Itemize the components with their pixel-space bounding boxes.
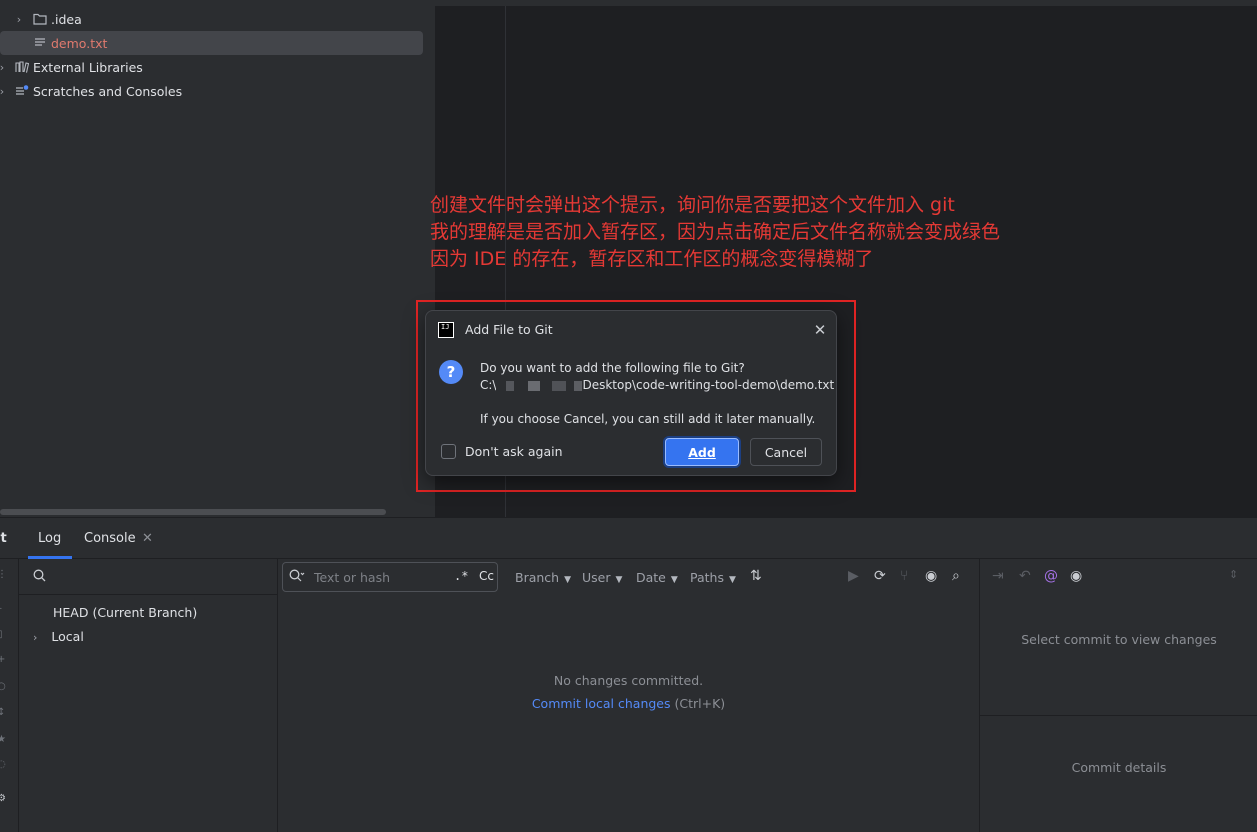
branches-graph-icon[interactable]: ⑂ — [900, 568, 908, 584]
close-icon[interactable]: ✕ — [811, 321, 829, 339]
expand-icon[interactable]: ⋮ — [0, 569, 9, 580]
date-filter-label: Date — [636, 570, 666, 585]
search-history-icon[interactable] — [289, 569, 305, 586]
dialog-hint: If you choose Cancel, you can still add … — [480, 412, 816, 426]
user-filter-label: User — [582, 570, 611, 585]
tab-log[interactable]: Log — [38, 531, 61, 546]
branch-filter[interactable]: Branch ▼ — [515, 570, 571, 585]
commit-local-changes-line: Commit local changes (Ctrl+K) — [278, 696, 979, 711]
annotation-line-1: 创建文件时会弹出这个提示，询问你是否要把这个文件加入 git — [430, 194, 955, 216]
log-empty-text: No changes committed. — [553, 673, 704, 688]
annotation-line-2: 我的理解是是否加入暂存区，因为点击确定后文件名称就会变成绿色 — [430, 221, 1001, 243]
chevron-right-icon[interactable]: › — [0, 85, 8, 98]
search-icon[interactable]: ⌕ — [952, 568, 960, 584]
text-file-icon — [32, 38, 48, 48]
checkbox-box[interactable] — [441, 444, 456, 459]
tree-item-demo-txt[interactable]: demo.txt — [0, 31, 423, 55]
annotation-text: 创建文件时会弹出这个提示，询问你是否要把这个文件加入 git 我的理解是是否加入… — [430, 192, 1130, 273]
regex-toggle[interactable]: .* — [454, 569, 468, 583]
horizontal-scrollbar[interactable] — [0, 509, 386, 515]
git-tool-title: it — [0, 531, 7, 546]
chevron-down-icon: ▼ — [615, 575, 623, 585]
chevron-right-icon[interactable]: › — [0, 61, 8, 74]
chevron-right-icon[interactable]: › — [13, 13, 25, 26]
branch-head[interactable]: HEAD (Current Branch) — [53, 605, 197, 620]
branches-toolbar: ⋮ – ▯ + ○ ↕ ★ ◌ ⚙ — [0, 559, 19, 832]
branches-panel: HEAD (Current Branch) › Local — [19, 559, 278, 832]
paths-filter-label: Paths — [690, 570, 724, 585]
commit-changes-panel: ⇥ ↶ @ ◉ ⇕ Select commit to view changes … — [979, 559, 1257, 832]
tree-item-label: Scratches and Consoles — [33, 83, 183, 99]
text-or-hash-search-field[interactable]: Text or hash .* Cc — [282, 562, 498, 592]
refresh-icon[interactable]: ◌ — [0, 759, 9, 770]
settings-icon[interactable]: ⚙ — [0, 793, 9, 804]
tree-item-label: demo.txt — [51, 35, 108, 51]
cancel-button[interactable]: Cancel — [750, 438, 822, 466]
tree-item-scratches[interactable]: › Scratches and Consoles — [0, 79, 423, 103]
chevron-down-icon: ▼ — [728, 575, 736, 585]
cherry-pick-icon[interactable]: ▶ — [848, 568, 859, 584]
chevron-right-icon[interactable]: › — [33, 631, 37, 644]
branch-filter-label: Branch — [515, 570, 560, 585]
checkbox-label[interactable]: Don't ask again — [465, 444, 563, 459]
changes-empty-text: Select commit to view changes — [1021, 632, 1217, 647]
dont-ask-again-checkbox[interactable]: Don't ask again — [441, 444, 563, 459]
commit-local-changes-link[interactable]: Commit local changes — [532, 696, 671, 711]
editor-tab-strip — [435, 0, 1257, 6]
shortcut-hint: (Ctrl+K) — [674, 696, 726, 711]
commit-log-panel: Text or hash .* Cc Branch ▼ User ▼ Date ▼ P… — [278, 559, 979, 832]
tree-item-idea[interactable]: › .idea — [0, 7, 423, 31]
match-case-toggle[interactable]: Cc — [479, 569, 494, 583]
tool-window-tabs: it Log Console ✕ — [0, 518, 1257, 559]
file-path: C:\ Desktop\code-writing-tool-demo\demo.t… — [480, 377, 834, 394]
git-tool-window: it Log Console ✕ ⋮ – ▯ + ○ ↕ ★ ◌ ⚙ HEAD … — [0, 517, 1257, 832]
search-icon[interactable] — [33, 569, 46, 586]
dialog-title: Add File to Git — [465, 322, 553, 337]
chevron-down-icon: ▼ — [670, 575, 678, 585]
branch-group-label: Local — [51, 629, 84, 644]
redacted-username — [496, 380, 583, 391]
log-filter-bar: Text or hash .* Cc Branch ▼ User ▼ Date ▼ P… — [278, 559, 979, 595]
annotation-line-3: 因为 IDE 的存在，暂存区和工作区的概念变得模糊了 — [430, 248, 874, 270]
star-icon[interactable]: ★ — [0, 734, 9, 745]
branch-group-local[interactable]: › Local — [33, 629, 84, 644]
paths-filter[interactable]: Paths ▼ — [690, 570, 736, 585]
tree-item-external-libraries[interactable]: › External Libraries — [0, 55, 423, 79]
chevron-down-icon: ▼ — [564, 575, 572, 585]
changes-area: Select commit to view changes — [980, 559, 1257, 716]
plus-icon[interactable]: + — [0, 654, 9, 665]
eye-icon[interactable]: ◉ — [925, 568, 937, 584]
tree-item-label: .idea — [51, 11, 82, 27]
minus-icon[interactable]: – — [0, 603, 9, 614]
intellij-logo-icon: IJ — [438, 322, 454, 338]
refresh-icon[interactable]: ⟳ — [874, 568, 886, 584]
dialog-message: Do you want to add the following file to… — [480, 361, 745, 375]
path-prefix: C:\ — [480, 378, 497, 392]
tab-console[interactable]: Console — [84, 531, 136, 546]
user-filter[interactable]: User ▼ — [582, 570, 622, 585]
folder-icon — [32, 13, 48, 25]
tree-item-label: External Libraries — [33, 59, 143, 75]
close-tab-icon[interactable]: ✕ — [142, 531, 153, 546]
add-file-to-git-dialog: IJ Add File to Git ✕ ? Do you want to ad… — [425, 310, 837, 476]
scratches-icon — [14, 85, 30, 97]
date-filter[interactable]: Date ▼ — [636, 570, 678, 585]
search-icon[interactable]: ○ — [0, 681, 9, 692]
path-suffix: Desktop\code-writing-tool-demo\demo.txt — [582, 378, 835, 392]
library-icon — [14, 61, 30, 73]
commit-details-text: Commit details — [1071, 760, 1167, 775]
sort-icon[interactable]: ⇅ — [750, 568, 762, 584]
question-icon: ? — [439, 360, 463, 384]
project-tool-window: › .idea demo.txt › External Libraries › … — [0, 0, 435, 517]
sort-icon[interactable]: ↕ — [0, 707, 9, 718]
delete-icon[interactable]: ▯ — [0, 629, 9, 640]
add-button[interactable]: Add — [665, 438, 739, 466]
branches-search-bar[interactable] — [19, 559, 278, 595]
search-placeholder: Text or hash — [314, 570, 391, 585]
